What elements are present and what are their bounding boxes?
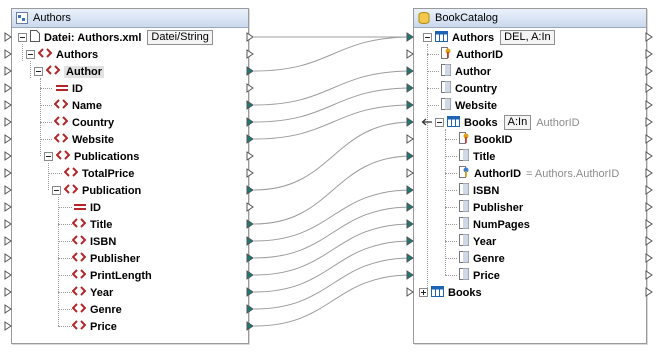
source-output-connectors (246, 32, 254, 331)
wire-publication-to-books (253, 121, 413, 191)
source-connectors (4, 32, 254, 331)
wire-publisher-to-publisher (253, 206, 413, 259)
source-input-connectors (4, 32, 12, 331)
target-input-connectors (406, 32, 414, 297)
wire-author-to-authors (253, 36, 413, 72)
wire-country-to-country (253, 87, 413, 123)
wire-isbn-to-isbn (253, 189, 413, 242)
target-output-connectors (645, 32, 653, 297)
wire-year-to-year (253, 240, 413, 293)
wire-name-to-author (253, 70, 413, 106)
wire-title-to-title (253, 155, 413, 225)
wire-genre-to-genre (253, 257, 413, 310)
wire-price-to-price (253, 274, 413, 327)
wire-website-to-website (253, 104, 413, 140)
wire-printlength-to-numpages (253, 223, 413, 276)
target-connectors (406, 32, 653, 297)
